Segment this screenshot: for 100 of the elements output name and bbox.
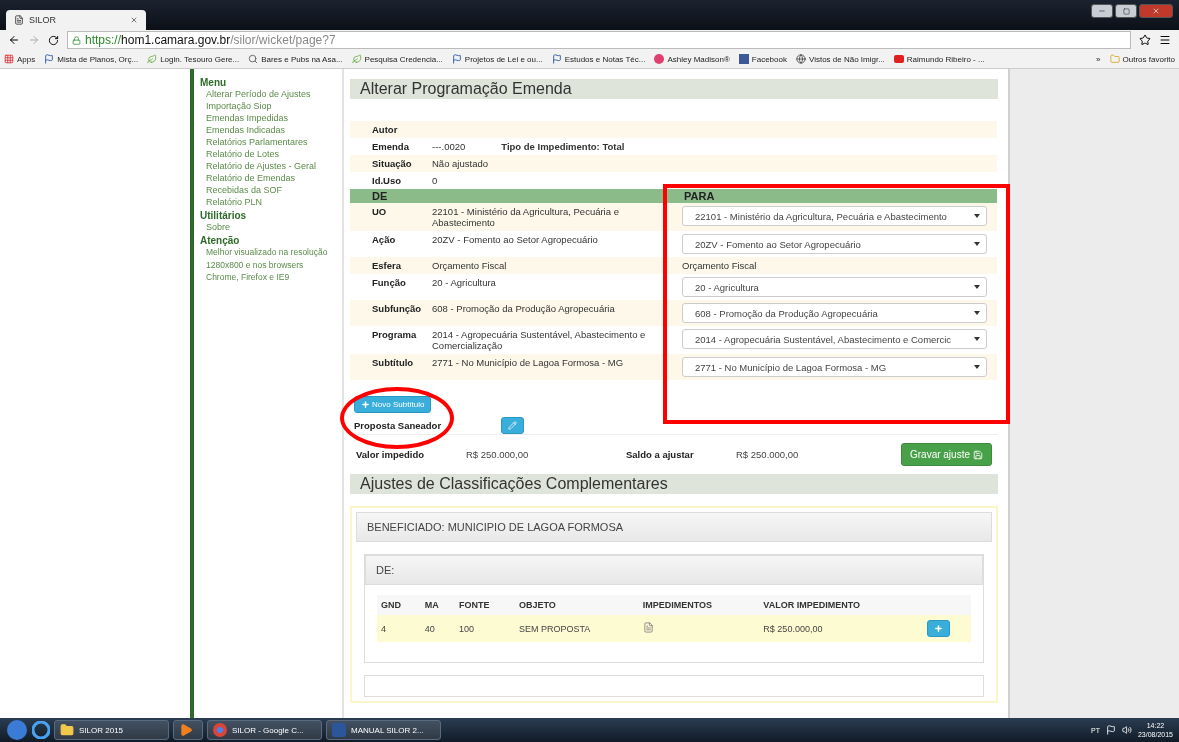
field-value: 608 - Promoção da Produção Agropecuária <box>432 303 615 314</box>
flag-icon[interactable] <box>1105 725 1116 735</box>
bookmark-link[interactable]: Pesquisa Credencia... <box>351 54 443 64</box>
column-header: OBJETO <box>515 595 639 615</box>
add-button[interactable] <box>926 620 950 637</box>
bookmark-link[interactable]: Raimundo Ribeiro - ... <box>893 54 985 64</box>
field-value: 0 <box>432 175 438 186</box>
plus-icon <box>361 400 370 409</box>
table-cell: SEM PROPOSTA <box>515 615 639 642</box>
field-value: ---.0020 <box>432 141 466 152</box>
dropdown-select[interactable]: 22101 - Ministério da Agricultura, Pecuária e Abastecimento <box>682 206 987 226</box>
sidebar-link[interactable]: Relatório PLN <box>200 196 334 208</box>
bookmark-link[interactable]: Vistos de Não Imigr... <box>795 54 885 64</box>
sidebar-link[interactable]: Relatório de Emendas Recebidas da SOF <box>200 172 334 196</box>
section-header: DE <box>350 189 680 203</box>
bookmark-link[interactable]: Mista de Planos, Orç... <box>44 54 139 64</box>
field-label: Id.Uso <box>372 175 402 186</box>
field-label: Subtítulo <box>372 357 414 368</box>
dropdown-select[interactable]: 20ZV - Fomento ao Setor Agropecuário <box>682 234 987 254</box>
dropdown-select[interactable]: 20 - Agricultura <box>682 277 987 297</box>
sidebar-heading: Atenção <box>200 235 241 246</box>
sidebar-link[interactable]: Relatórios Parlamentares <box>200 136 334 148</box>
bookmark-icon <box>147 54 158 64</box>
browser-tab[interactable]: SILOR <box>6 10 146 30</box>
taskbar-item[interactable]: SILOR - Google C... <box>207 720 322 740</box>
field-value: Tipo de Impedimento: Total <box>501 141 625 152</box>
sidebar-link[interactable]: Relatório de Lotes <box>200 148 334 160</box>
field-label: Esfera <box>372 260 402 271</box>
volume-icon[interactable] <box>1121 725 1132 735</box>
play-icon <box>179 723 193 737</box>
address-bar[interactable]: https://hom1.camara.gov.br/silor/wicket/page?7 <box>67 31 1131 49</box>
sidebar-link[interactable]: Sobre <box>200 221 334 233</box>
field-label: Função <box>372 277 406 288</box>
bookmark-link[interactable]: Ashley Madison® <box>654 54 730 64</box>
document-icon[interactable] <box>642 622 654 633</box>
table-cell: 100 <box>454 615 515 642</box>
field-label: Subfunção <box>372 303 422 314</box>
apps-grid-icon <box>4 54 14 64</box>
bookmark-folder[interactable]: Outros favorito <box>1109 54 1175 64</box>
sidebar-link[interactable]: Emendas Indicadas <box>200 124 334 136</box>
column-header: IMPEDIMENTOS <box>638 595 760 615</box>
page-title: Alterar Programação Emenda <box>350 79 998 99</box>
edit-button[interactable] <box>501 417 525 434</box>
bookmark-link[interactable]: Bares e Pubs na Asa... <box>248 54 343 64</box>
column-header: FONTE <box>454 595 515 615</box>
facebook-icon <box>738 54 749 64</box>
folder-icon <box>60 723 74 737</box>
dropdown-select[interactable]: 608 - Promoção da Produção Agropecuária <box>682 303 987 323</box>
menu-icon[interactable] <box>1159 34 1171 46</box>
bookmark-icon <box>551 54 562 64</box>
field-label: UO <box>372 206 387 217</box>
section-title: Ajustes de Classificações Complementares <box>350 474 998 494</box>
field-label: Valor impedido <box>356 449 426 460</box>
browser-logo-icon[interactable] <box>32 721 50 739</box>
page-icon <box>14 15 24 25</box>
column-header: VALOR IMPEDIMENTO <box>759 595 923 615</box>
table-cell: R$ 250.000,00 <box>759 615 923 642</box>
bookmark-icon <box>451 54 462 64</box>
pencil-icon <box>508 421 518 430</box>
taskbar-item[interactable]: SILOR 2015 <box>54 720 169 740</box>
bookmark-star-icon[interactable] <box>1139 34 1151 46</box>
circle-logo-icon <box>654 54 665 64</box>
caret-icon <box>974 214 980 218</box>
dropdown-select[interactable]: 2771 - No Município de Lagoa Formosa - MG <box>682 357 987 377</box>
minimize-button[interactable] <box>1091 4 1113 18</box>
browser-logo-icon <box>213 723 227 737</box>
field-value: Orçamento Fiscal <box>682 260 757 271</box>
caret-icon <box>974 365 980 369</box>
sidebar-link[interactable]: Alterar Período de Ajustes <box>200 88 334 100</box>
more-bookmarks-link[interactable]: » <box>1096 54 1101 64</box>
sidebar-note: Melhor visualizado na resolução 1280x800 e nos browsers Chrome, Firefox e IE9 <box>205 246 329 284</box>
close-icon[interactable] <box>130 16 138 24</box>
close-icon <box>1152 7 1160 15</box>
field-label: Situação <box>372 158 412 169</box>
taskbar-item[interactable]: MANUAL SILOR 2... <box>326 720 441 740</box>
field-value: 2771 - No Município de Lagoa Formosa - MG <box>432 357 624 368</box>
bookmark-link[interactable]: Projetos de Lei e ou... <box>451 54 543 64</box>
bookmark-link[interactable]: Estudos e Notas Téc... <box>551 54 646 64</box>
bookmark-link[interactable]: Apps <box>4 54 36 64</box>
caret-icon <box>974 242 980 246</box>
document-app-icon <box>332 723 346 737</box>
sidebar-link[interactable]: Relatório de Ajustes - Geral <box>200 160 334 172</box>
dropdown-select[interactable]: 2014 - Agropecuária Sustentável, Abastecimento e Comercic <box>682 329 987 349</box>
taskbar-item[interactable] <box>173 720 203 740</box>
bookmark-link[interactable]: Facebook <box>738 54 787 64</box>
field-value: 20ZV - Fomento ao Setor Agropecuário <box>432 234 598 245</box>
maximize-button[interactable] <box>1115 4 1137 18</box>
reload-icon[interactable] <box>48 34 59 46</box>
close-window-button[interactable] <box>1139 4 1173 18</box>
field-label: Ação <box>372 234 396 245</box>
bookmark-link[interactable]: Login. Tesouro Gere... <box>147 54 240 64</box>
bookmark-icon <box>351 54 362 64</box>
field-value: 20 - Agricultura <box>432 277 496 288</box>
field-label: Proposta Saneador <box>354 420 442 431</box>
start-button[interactable] <box>6 719 28 741</box>
sidebar-link[interactable]: Emendas Impedidas <box>200 112 334 124</box>
sidebar-link[interactable]: Importação Siop <box>200 100 334 112</box>
field-value: Não ajustado <box>432 158 488 169</box>
plus-icon <box>933 624 943 633</box>
back-icon[interactable] <box>8 34 20 46</box>
